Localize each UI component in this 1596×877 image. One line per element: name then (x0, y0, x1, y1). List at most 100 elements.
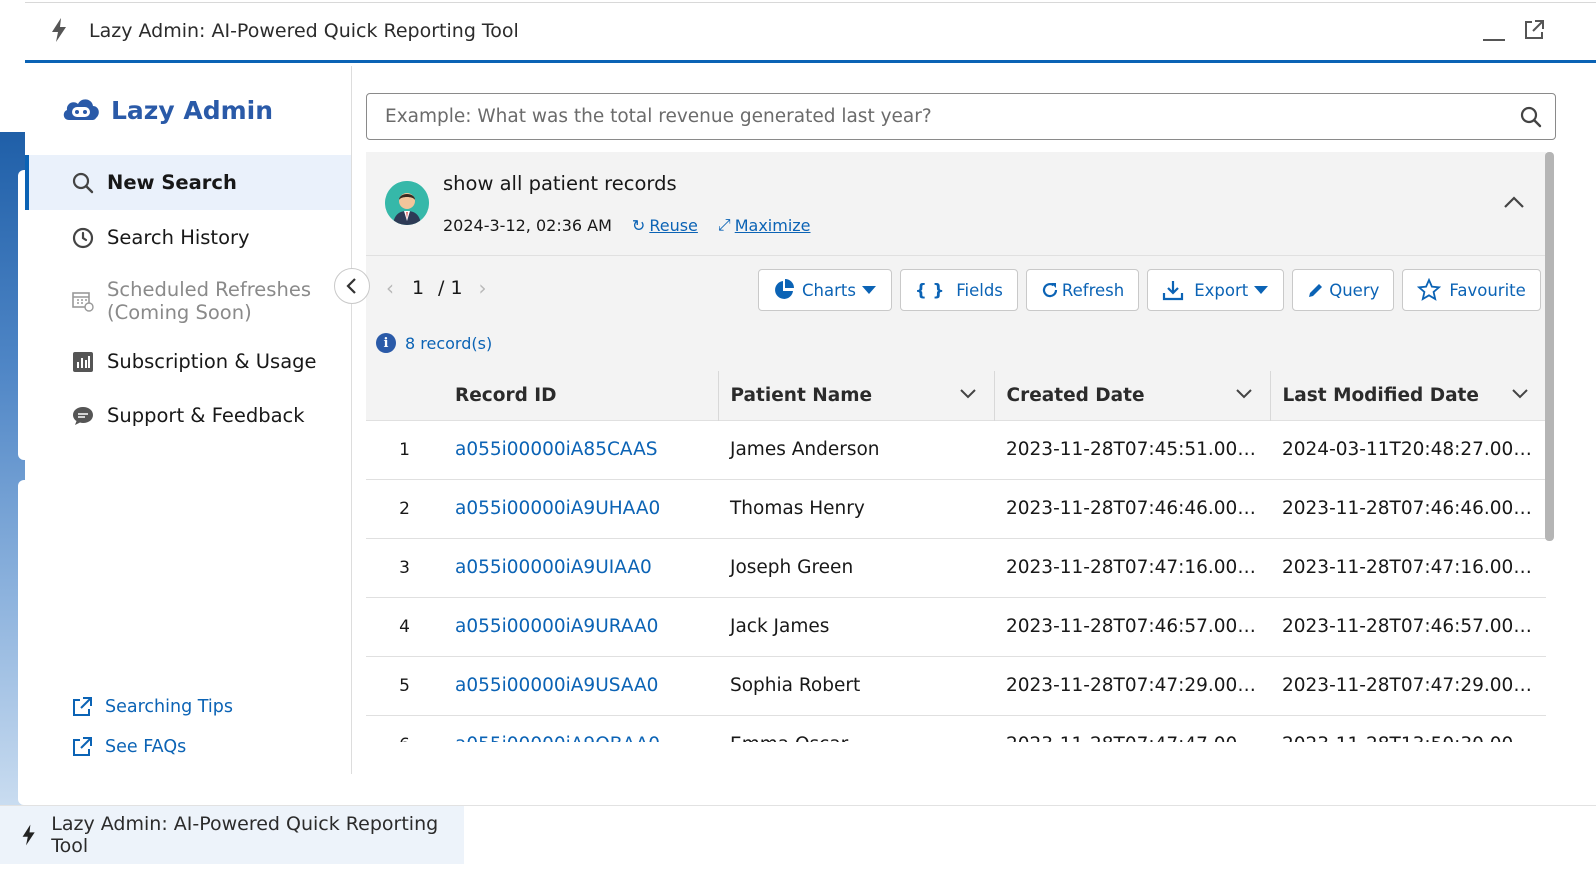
export-button[interactable]: Export (1147, 269, 1285, 311)
record-id-link[interactable]: a055i00000iA85CAAS (443, 419, 718, 479)
record-id-link[interactable]: a055i00000iA9URAA0 (443, 596, 718, 656)
search-input[interactable] (385, 94, 1495, 139)
column-header-label: Patient Name (730, 384, 873, 406)
sidebar-item-subscription-usage[interactable]: Subscription & Usage (25, 334, 351, 389)
result-toolbar: Charts { } Fields Refresh Export Query F… (758, 269, 1541, 311)
created-date-cell: 2023-11-28T07:46:46.000... (994, 478, 1270, 538)
favourite-button[interactable]: Favourite (1402, 269, 1541, 311)
minimize-button[interactable] (1483, 27, 1505, 41)
table-row: 1 a055i00000iA85CAAS James Anderson 2023… (366, 419, 1546, 479)
record-id-link[interactable]: a055i00000iA9UIAA0 (443, 537, 718, 597)
clock-icon (72, 227, 94, 248)
download-icon (1163, 281, 1184, 301)
popout-icon[interactable] (1523, 19, 1545, 41)
sidebar-item-support-feedback[interactable]: Support & Feedback (25, 388, 351, 443)
external-link-icon (73, 737, 92, 756)
background-notch (18, 170, 25, 460)
window-title: Lazy Admin: AI-Powered Quick Reporting T… (89, 20, 519, 42)
sidebar-item-label: Search History (107, 226, 250, 249)
column-header-last-modified-date[interactable]: Last Modified Date (1270, 371, 1546, 420)
record-count-label: 8 record(s) (405, 333, 493, 353)
chevron-up-icon[interactable] (1502, 194, 1526, 210)
query-header: show all patient records 2024-3-12, 02:3… (366, 152, 1546, 256)
record-id-link[interactable]: a055i00000iA9USAA0 (443, 655, 718, 715)
maximize-link[interactable]: Maximize (735, 216, 811, 235)
page-total: / 1 (438, 277, 463, 299)
sidebar-item-new-search[interactable]: New Search (25, 155, 351, 210)
patient-name-cell: Joseph Green (718, 537, 994, 597)
charts-label: Charts (802, 280, 856, 300)
refresh-icon (1042, 282, 1057, 298)
record-id-link[interactable]: a055i00000iA9UHAA0 (443, 478, 718, 538)
panel-scrollbar[interactable] (1545, 152, 1554, 541)
patient-name-cell: Jack James (718, 596, 994, 656)
modified-date-cell: 2023-11-28T07:47:29.000... (1270, 655, 1546, 715)
prev-page-button[interactable]: ‹ (376, 276, 404, 300)
footer-link-label: Searching Tips (105, 697, 233, 717)
reuse-link[interactable]: Reuse (649, 216, 698, 235)
refresh-button[interactable]: Refresh (1025, 269, 1140, 311)
column-header-record-id[interactable]: Record ID (443, 371, 719, 420)
searching-tips-link[interactable]: Searching Tips (71, 696, 233, 718)
sidebar-item-label: Support & Feedback (107, 404, 305, 427)
patient-name-cell: James Anderson (718, 419, 994, 479)
current-page: 1 (411, 277, 425, 299)
collapse-sidebar-button[interactable] (334, 268, 370, 304)
chevron-down-icon[interactable] (959, 388, 976, 400)
record-id-link[interactable]: a055i00000iA9QBAA0 (443, 714, 718, 742)
sidebar-item-search-history[interactable]: Search History (25, 210, 351, 265)
sidebar: Lazy Admin New Search Search History Sch… (25, 66, 352, 774)
pencil-icon (1309, 284, 1323, 297)
created-date-cell: 2023-11-28T07:47:29.000... (994, 655, 1270, 715)
chevron-down-icon[interactable] (1512, 388, 1528, 400)
row-number: 1 (366, 419, 443, 479)
column-header-created-date[interactable]: Created Date (994, 371, 1271, 420)
pie-chart-icon (775, 279, 794, 299)
maximize-icon: ⤢ (717, 215, 731, 234)
search-icon[interactable] (1519, 105, 1543, 129)
row-number: 2 (366, 478, 443, 538)
favourite-label: Favourite (1449, 280, 1526, 300)
modified-date-cell: 2023-11-28T07:47:16.000+... (1270, 537, 1546, 597)
column-header-label: Record ID (455, 384, 557, 406)
background-page-strip (0, 0, 25, 805)
chat-icon (73, 406, 93, 425)
sidebar-item-label: New Search (107, 171, 237, 194)
bar-chart-icon (73, 351, 93, 372)
pagination: ‹ 1 / 1 › (376, 276, 497, 300)
chevron-down-icon[interactable] (1235, 388, 1252, 400)
see-faqs-link[interactable]: See FAQs (71, 736, 186, 758)
query-text: show all patient records (443, 172, 677, 195)
table-header-row: Record ID Patient Name Created Date Last… (366, 371, 1546, 420)
modified-date-cell: 2023-11-28T07:46:46.000... (1270, 478, 1546, 538)
query-button[interactable]: Query (1292, 269, 1395, 311)
created-date-cell: 2023-11-28T07:47:16.000+... (994, 537, 1270, 597)
records-table: Record ID Patient Name Created Date Last… (366, 371, 1546, 742)
next-page-button[interactable]: › (469, 276, 497, 300)
column-header-patient-name[interactable]: Patient Name (718, 371, 995, 420)
record-count: i 8 record(s) (376, 333, 492, 353)
patient-name-cell: Thomas Henry (718, 478, 994, 538)
query-label: Query (1329, 280, 1380, 300)
result-panel: show all patient records 2024-3-12, 02:3… (366, 152, 1546, 742)
taskbar-app-item[interactable]: Lazy Admin: AI-Powered Quick Reporting T… (0, 806, 464, 864)
modified-date-cell: 2024-03-11T20:48:27.000... (1270, 419, 1546, 479)
scheduled-refreshes-label: Scheduled Refreshes (107, 278, 311, 301)
title-bar: Lazy Admin: AI-Powered Quick Reporting T… (25, 3, 1596, 63)
search-icon (72, 172, 94, 193)
coming-soon-label: (Coming Soon) (107, 301, 252, 324)
taskbar-app-label: Lazy Admin: AI-Powered Quick Reporting T… (51, 813, 439, 857)
created-date-cell: 2023-11-28T07:45:51.000+... (994, 419, 1270, 479)
fields-button[interactable]: { } Fields (899, 269, 1018, 311)
patient-name-cell: Emma Oscar (718, 714, 994, 742)
reuse-icon: ↻ (631, 215, 646, 235)
table-row: 2 a055i00000iA9UHAA0 Thomas Henry 2023-1… (366, 478, 1546, 538)
fields-label: Fields (956, 280, 1003, 300)
query-meta: 2024-3-12, 02:36 AM ↻ Reuse ⤢ Maximize (443, 215, 811, 235)
caret-down-icon (1254, 286, 1269, 294)
search-box (366, 93, 1556, 140)
cloud-robot-logo-icon (63, 99, 99, 120)
app-window: Lazy Admin: AI-Powered Quick Reporting T… (25, 2, 1596, 805)
user-avatar (385, 181, 429, 225)
charts-button[interactable]: Charts (758, 269, 892, 311)
